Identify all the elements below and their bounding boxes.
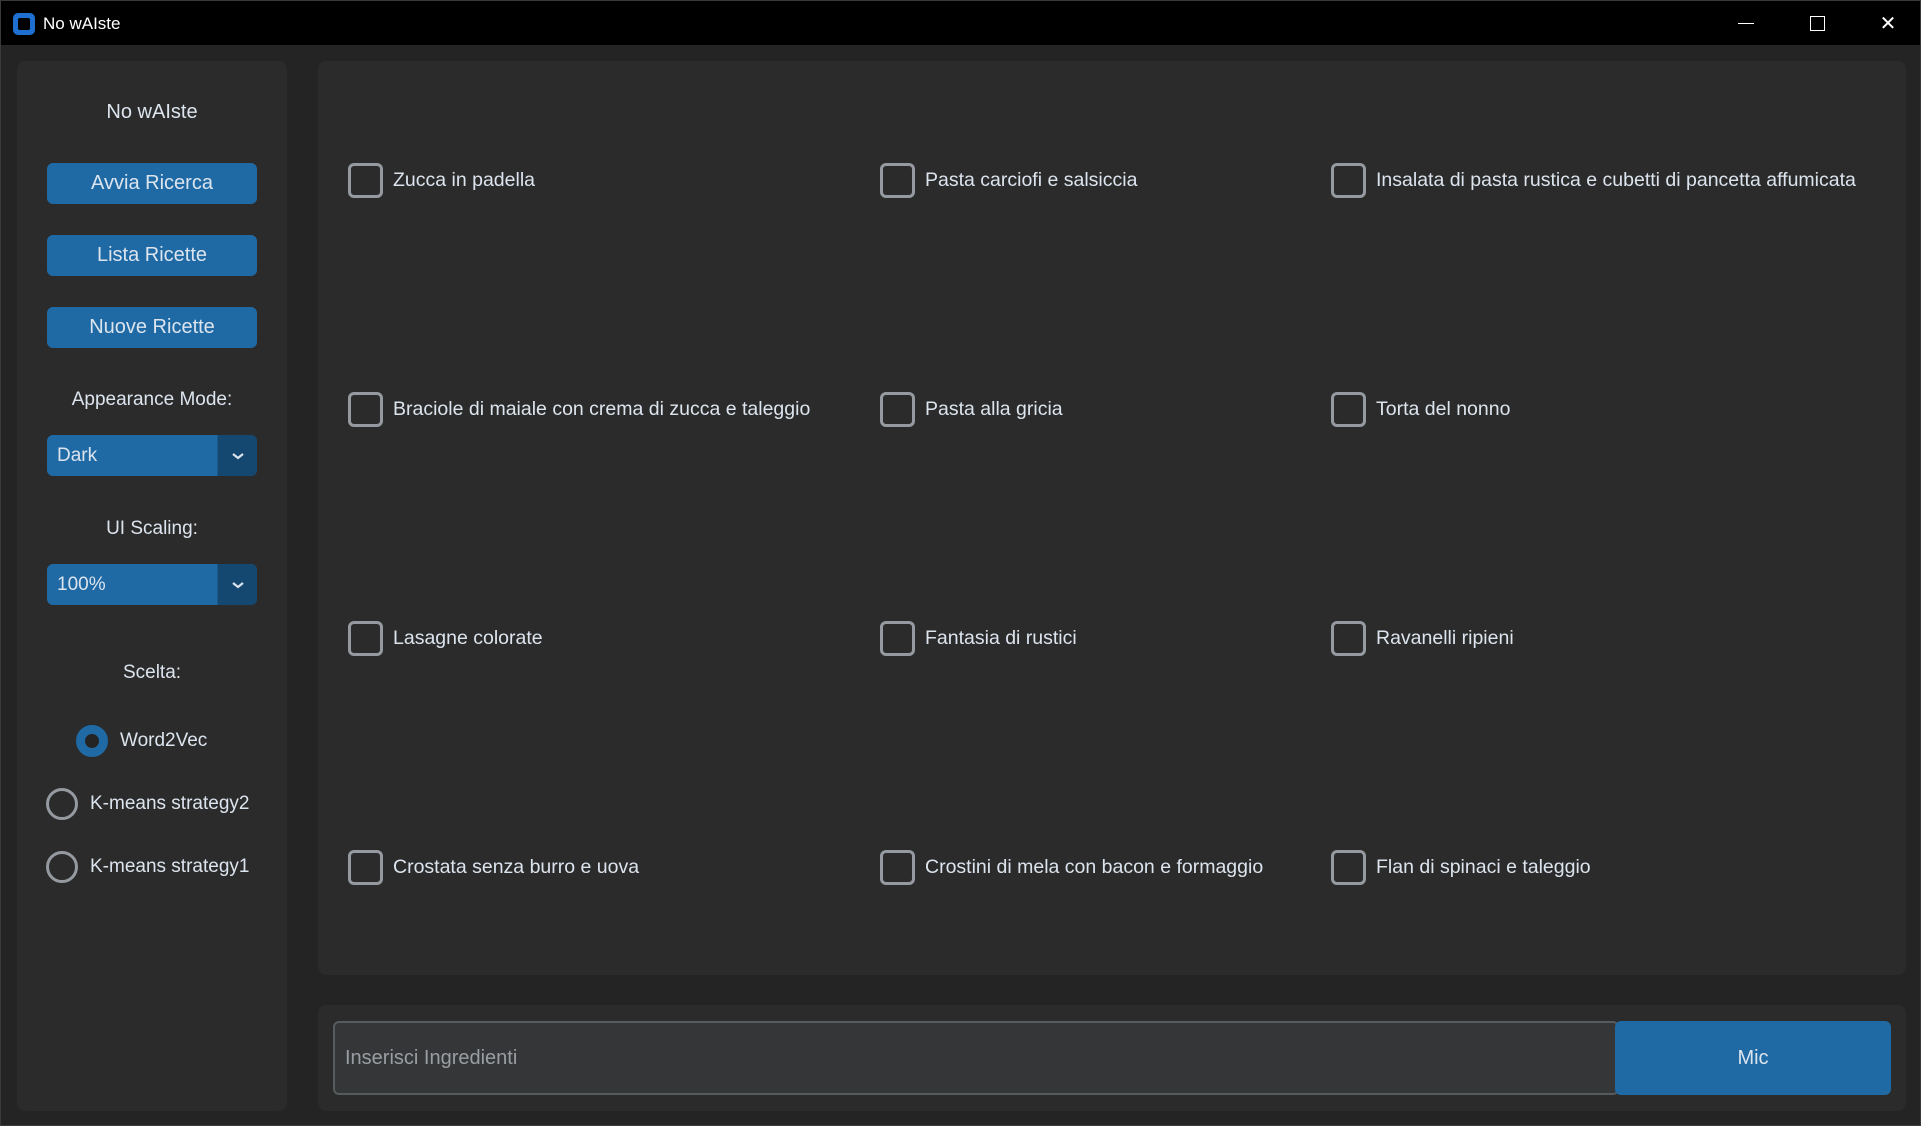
recipe-checkbox[interactable]: Insalata di pasta rustica e cubetti di p… bbox=[1331, 163, 1891, 198]
nuove-ricette-button[interactable]: Nuove Ricette bbox=[47, 307, 257, 348]
input-bar: Inserisci Ingredienti Mic bbox=[318, 1005, 1906, 1111]
lista-ricette-button[interactable]: Lista Ricette bbox=[47, 235, 257, 276]
radio-unselected-icon[interactable] bbox=[46, 851, 78, 883]
recipe-label: Crostini di mela con bacon e formaggio bbox=[925, 856, 1264, 878]
avvia-ricerca-button[interactable]: Avvia Ricerca bbox=[47, 163, 257, 204]
ui-scaling-dropdown[interactable]: 100% bbox=[47, 564, 257, 605]
recipe-label: Flan di spinaci e taleggio bbox=[1376, 856, 1591, 878]
recipe-label: Ravanelli ripieni bbox=[1376, 627, 1514, 649]
recipe-checkbox[interactable]: Zucca in padella bbox=[348, 163, 853, 198]
recipe-checkbox[interactable]: Crostata senza burro e uova bbox=[348, 850, 853, 885]
recipe-checkbox[interactable]: Flan di spinaci e taleggio bbox=[1331, 850, 1891, 885]
ingredients-placeholder: Inserisci Ingredienti bbox=[345, 1046, 518, 1069]
checkbox-icon[interactable] bbox=[348, 163, 383, 198]
appearance-mode-label: Appearance Mode: bbox=[71, 389, 233, 410]
close-button[interactable]: ✕ bbox=[1853, 1, 1921, 45]
checkbox-icon[interactable] bbox=[1331, 850, 1366, 885]
checkbox-icon[interactable] bbox=[1331, 392, 1366, 427]
scaling-dropdown-arrow[interactable] bbox=[217, 564, 257, 605]
checkbox-icon[interactable] bbox=[348, 850, 383, 885]
radio-kmeans-strategy1[interactable]: K-means strategy1 bbox=[46, 851, 249, 883]
checkbox-icon[interactable] bbox=[880, 850, 915, 885]
radio-label: Word2Vec bbox=[120, 730, 208, 751]
minimize-button[interactable] bbox=[1711, 1, 1781, 45]
recipe-checkbox[interactable]: Ravanelli ripieni bbox=[1331, 621, 1891, 656]
checkbox-icon[interactable] bbox=[348, 392, 383, 427]
app-window: No wAIste ✕ No wAIste Avvia Ricerca List… bbox=[0, 0, 1921, 1126]
mic-button[interactable]: Mic bbox=[1615, 1021, 1891, 1095]
minimize-icon bbox=[1738, 22, 1754, 24]
recipe-label: Lasagne colorate bbox=[393, 627, 543, 649]
radio-label: K-means strategy1 bbox=[90, 856, 250, 877]
title-bar: No wAIste ✕ bbox=[1, 1, 1920, 45]
checkbox-icon[interactable] bbox=[880, 392, 915, 427]
ui-scaling-value: 100% bbox=[57, 573, 106, 595]
ui-scaling-label: UI Scaling: bbox=[106, 518, 198, 539]
recipe-checkbox[interactable]: Crostini di mela con bacon e formaggio bbox=[880, 850, 1300, 885]
recipe-checkbox[interactable]: Pasta alla gricia bbox=[880, 392, 1300, 427]
recipe-label: Fantasia di rustici bbox=[925, 627, 1077, 649]
scelta-label: Scelta: bbox=[122, 662, 182, 683]
recipe-label: Pasta carciofi e salsiccia bbox=[925, 169, 1138, 191]
app-icon bbox=[13, 13, 35, 35]
recipe-list-panel: Zucca in padella Pasta carciofi e salsic… bbox=[318, 61, 1906, 975]
recipe-checkbox[interactable]: Torta del nonno bbox=[1331, 392, 1891, 427]
ingredients-input[interactable]: Inserisci Ingredienti bbox=[333, 1021, 1619, 1095]
recipe-checkbox[interactable]: Pasta carciofi e salsiccia bbox=[880, 163, 1300, 198]
window-title: No wAIste bbox=[43, 14, 121, 33]
recipe-label: Pasta alla gricia bbox=[925, 398, 1063, 420]
appearance-dropdown-arrow[interactable] bbox=[217, 435, 257, 476]
radio-label: K-means strategy2 bbox=[90, 793, 250, 814]
checkbox-icon[interactable] bbox=[1331, 163, 1366, 198]
recipe-label: Torta del nonno bbox=[1376, 398, 1511, 420]
checkbox-icon[interactable] bbox=[348, 621, 383, 656]
close-icon: ✕ bbox=[1879, 12, 1897, 35]
recipe-label: Crostata senza burro e uova bbox=[393, 856, 640, 878]
sidebar-title: No wAIste bbox=[106, 101, 198, 123]
recipe-label: Braciole di maiale con crema di zucca e … bbox=[393, 398, 811, 420]
checkbox-icon[interactable] bbox=[880, 163, 915, 198]
appearance-mode-dropdown[interactable]: Dark bbox=[47, 435, 257, 476]
recipe-checkbox[interactable]: Braciole di maiale con crema di zucca e … bbox=[348, 392, 853, 427]
appearance-mode-value: Dark bbox=[57, 444, 98, 466]
sidebar: No wAIste Avvia Ricerca Lista Ricette Nu… bbox=[17, 61, 287, 1111]
maximize-icon bbox=[1809, 15, 1825, 31]
recipe-checkbox[interactable]: Lasagne colorate bbox=[348, 621, 853, 656]
maximize-button[interactable] bbox=[1782, 1, 1852, 45]
checkbox-icon[interactable] bbox=[1331, 621, 1366, 656]
recipe-label: Insalata di pasta rustica e cubetti di p… bbox=[1376, 169, 1856, 191]
radio-selected-icon[interactable] bbox=[76, 725, 108, 757]
radio-kmeans-strategy2[interactable]: K-means strategy2 bbox=[46, 788, 249, 820]
radio-word2vec[interactable]: Word2Vec bbox=[76, 725, 207, 757]
checkbox-icon[interactable] bbox=[880, 621, 915, 656]
chevron-down-icon bbox=[231, 452, 244, 459]
radio-unselected-icon[interactable] bbox=[46, 788, 78, 820]
chevron-down-icon bbox=[231, 581, 244, 588]
recipe-checkbox[interactable]: Fantasia di rustici bbox=[880, 621, 1300, 656]
recipe-label: Zucca in padella bbox=[393, 169, 536, 191]
